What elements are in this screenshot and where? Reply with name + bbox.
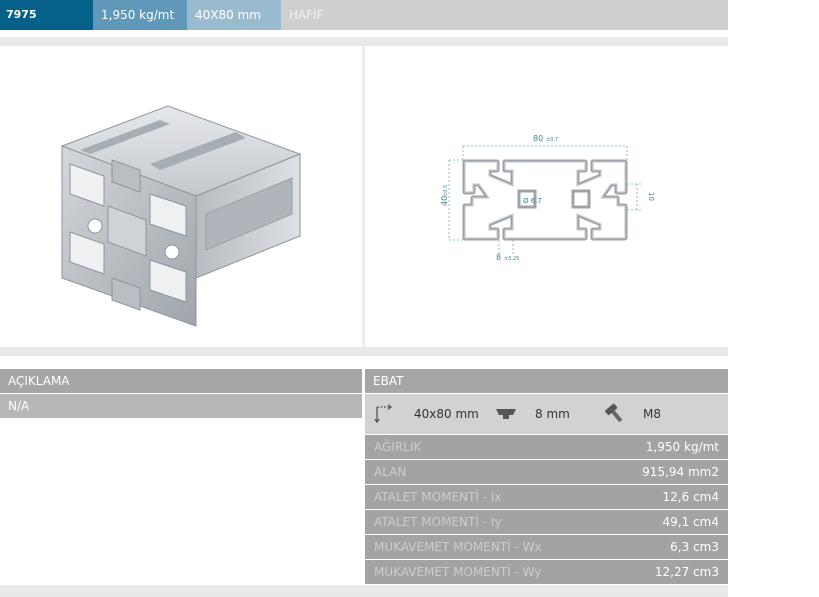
product-header-bar: 7975 1,950 kg/mt 40X80 mm HAFİF (0, 0, 728, 30)
dimensions-heading: EBAT (365, 369, 728, 393)
spec-row: MUKAVEMET MOMENTİ - Wy 12,27 cm3 (365, 560, 728, 584)
dimension-slot: 8 mm (535, 407, 570, 421)
drawing-width-label: 80 (533, 134, 543, 143)
spec-row: ATALET MOMENTİ - Ix 12,6 cm4 (365, 485, 728, 509)
spec-row: ATALET MOMENTİ - Iy 49,1 cm4 (365, 510, 728, 534)
description-value: N/A (0, 394, 362, 418)
dimension-size: 40x80 mm (414, 407, 479, 421)
dimension-bolt: M8 (643, 407, 661, 421)
profile-3d-image (0, 46, 362, 347)
spec-label: ALAN (374, 465, 407, 479)
product-card: 7975 1,950 kg/mt 40X80 mm HAFİF 80 ±0.7 … (0, 0, 728, 597)
spec-value: 49,1 cm4 (662, 515, 719, 529)
spec-value: 915,94 mm2 (642, 465, 719, 479)
profile-3d-illustration (60, 105, 302, 327)
header-separator (0, 37, 728, 46)
spec-row: MUKAVEMET MOMENTİ - Wx 6,3 cm3 (365, 535, 728, 559)
description-heading: AÇIKLAMA (0, 369, 362, 393)
dimensions-summary-row: 40x80 mm 8 mm M8 (365, 394, 728, 434)
spec-row: ALAN 915,94 mm2 (365, 460, 728, 484)
product-code: 7975 (0, 0, 93, 30)
spec-value: 12,27 cm3 (654, 565, 719, 579)
product-size: 40X80 mm (187, 0, 281, 30)
cross-section-drawing: 80 ±0.7 40 ±0.5 Ø 6.7 10 8 ±0.25 (440, 134, 655, 262)
drawing-slot-side-label: 10 (647, 192, 655, 201)
bolt-icon (605, 403, 623, 423)
spec-label: ATALET MOMENTİ - Iy (374, 515, 502, 529)
spec-value: 6,3 cm3 (670, 540, 719, 554)
spec-label: MUKAVEMET MOMENTİ - Wx (374, 540, 542, 554)
spec-value: 1,950 kg/mt (645, 440, 719, 454)
spec-label: AĞIRLIK (374, 440, 422, 454)
product-weight: 1,950 kg/mt (93, 0, 187, 30)
spec-value: 12,6 cm4 (662, 490, 719, 504)
profile-technical-drawing: 80 ±0.7 40 ±0.5 Ø 6.7 10 8 ±0.25 (365, 46, 728, 347)
footer-separator (0, 585, 728, 597)
drawing-slot-tolerance: ±0.25 (504, 256, 519, 262)
drawing-bore-label: Ø 6.7 (523, 197, 542, 205)
dimension-arrows-icon (374, 404, 393, 424)
spec-row: AĞIRLIK 1,950 kg/mt (365, 435, 728, 459)
spec-label: ATALET MOMENTİ - Ix (374, 490, 502, 504)
drawing-slot-label: 8 (496, 253, 501, 262)
t-slot-icon (496, 409, 516, 419)
product-type: HAFİF (281, 0, 728, 30)
drawing-height-tolerance: ±0.5 (443, 185, 449, 197)
drawing-width-tolerance: ±0.7 (546, 137, 558, 143)
image-separator (0, 347, 728, 356)
spec-label: MUKAVEMET MOMENTİ - Wy (374, 565, 542, 579)
